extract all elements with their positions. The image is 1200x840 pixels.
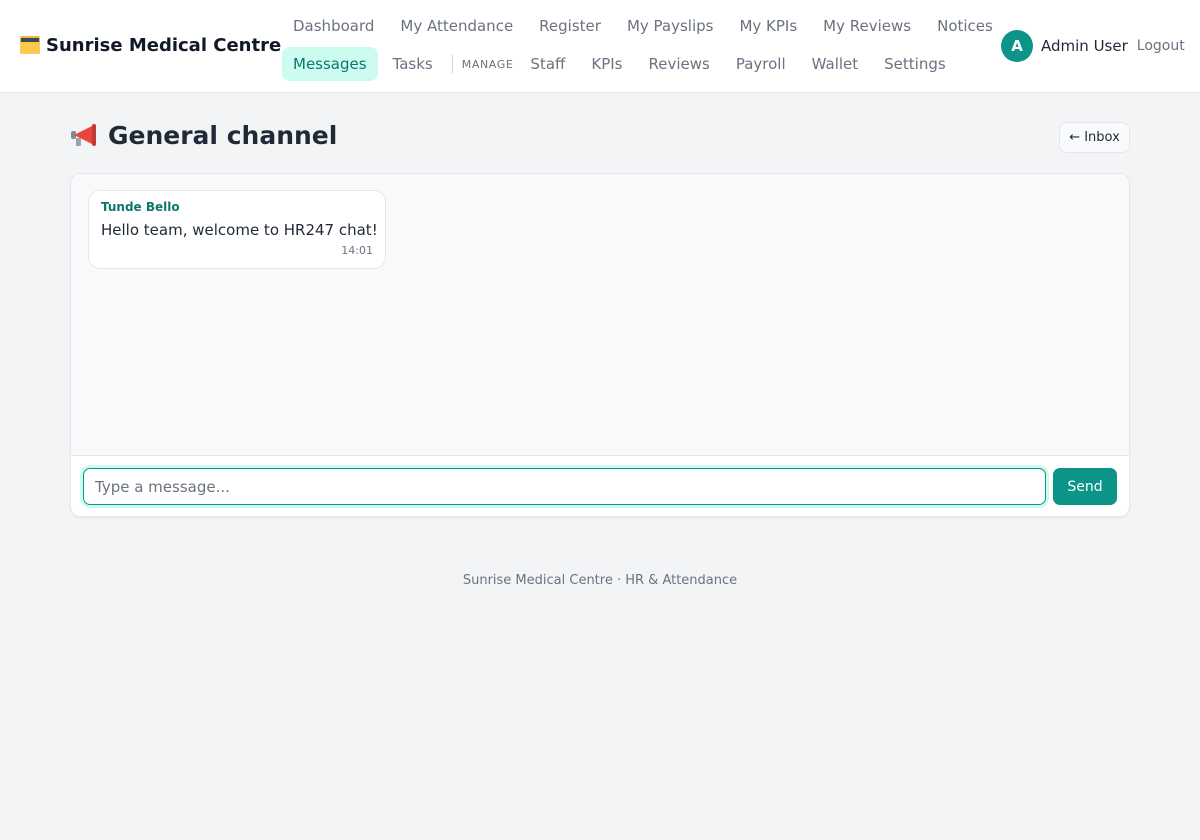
nav-my-attendance[interactable]: My Attendance	[389, 9, 524, 43]
nav-row-secondary: Messages Tasks MANAGE Staff KPIs Reviews…	[282, 47, 961, 81]
nav-settings[interactable]: Settings	[873, 47, 957, 81]
nav-staff[interactable]: Staff	[519, 47, 576, 81]
message-sender: Tunde Bello	[101, 200, 180, 214]
nav-section-manage: MANAGE	[461, 57, 514, 71]
page-title: General channel	[70, 118, 337, 152]
nav-divider	[451, 55, 453, 73]
message-composer: Send	[71, 455, 1129, 516]
nav-my-payslips[interactable]: My Payslips	[616, 9, 725, 43]
top-header: Sunrise Medical Centre Dashboard My Atte…	[0, 0, 1200, 93]
brand[interactable]: Sunrise Medical Centre	[20, 33, 281, 57]
nav-my-reviews[interactable]: My Reviews	[812, 9, 922, 43]
nav-messages[interactable]: Messages	[282, 47, 378, 81]
back-to-inbox-button[interactable]: ← Inbox	[1059, 122, 1130, 153]
page-title-text: General channel	[108, 120, 338, 150]
nav-notices[interactable]: Notices	[926, 9, 1004, 43]
nav-dashboard[interactable]: Dashboard	[282, 9, 385, 43]
card-index-dividers-icon	[20, 36, 40, 54]
nav-tasks[interactable]: Tasks	[382, 47, 444, 81]
nav-row-primary: Dashboard My Attendance Register My Pays…	[282, 9, 1008, 43]
message-bubble: Tunde Bello Hello team, welcome to HR247…	[88, 190, 386, 269]
user-menu: A Admin User Logout	[1001, 30, 1185, 62]
chat-panel: Tunde Bello Hello team, welcome to HR247…	[70, 173, 1130, 517]
megaphone-icon	[70, 123, 98, 147]
nav-payroll[interactable]: Payroll	[725, 47, 797, 81]
nav-reviews[interactable]: Reviews	[637, 47, 720, 81]
message-input[interactable]	[83, 468, 1046, 505]
avatar[interactable]: A	[1001, 30, 1033, 62]
nav-my-kpis[interactable]: My KPIs	[728, 9, 808, 43]
message-time: 14:01	[341, 244, 373, 257]
brand-name: Sunrise Medical Centre	[46, 34, 282, 56]
user-name: Admin User	[1041, 37, 1128, 55]
nav-register[interactable]: Register	[528, 9, 612, 43]
footer-text: Sunrise Medical Centre · HR & Attendance	[462, 573, 738, 588]
nav-kpis[interactable]: KPIs	[580, 47, 633, 81]
message-text: Hello team, welcome to HR247 chat!	[101, 221, 378, 239]
nav-wallet[interactable]: Wallet	[801, 47, 870, 81]
logout-link[interactable]: Logout	[1137, 38, 1185, 54]
message-list[interactable]: Tunde Bello Hello team, welcome to HR247…	[71, 174, 1129, 455]
send-button[interactable]: Send	[1053, 468, 1117, 505]
